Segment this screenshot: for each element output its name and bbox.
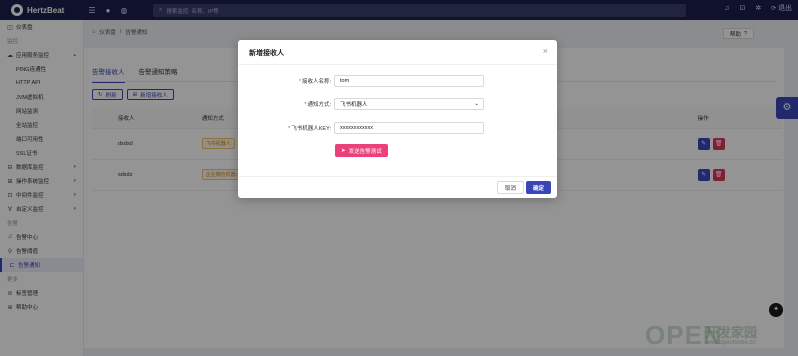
method-label: *通知方式: [238,100,334,108]
send-test-button[interactable]: ➤ 发送告警测试 [335,144,388,157]
receiver-name-row: *接收人名称: tom [238,74,557,87]
close-icon[interactable]: × [543,46,548,56]
modal-divider [238,64,557,65]
key-label: *飞书机器人KEY: [238,124,334,132]
method-row: *通知方式: 飞书机器人 ⌄ [238,97,557,110]
method-select-value: 飞书机器人 [340,101,368,108]
receiver-name-label: *接收人名称: [238,77,334,85]
receiver-name-label-text: 接收人名称: [301,78,331,85]
method-label-text: 通知方式: [307,101,331,108]
send-test-label: 发送告警测试 [348,148,382,155]
chevron-down-icon: ⌄ [474,100,479,107]
method-select[interactable]: 飞书机器人 ⌄ [334,97,484,110]
add-receiver-modal: 新增接收人 × *接收人名称: tom *通知方式: 飞书机器人 ⌄ *飞书机器… [238,40,557,198]
cancel-button[interactable]: 取消 [497,181,525,194]
required-mark: * [298,78,301,85]
required-mark: * [288,125,291,132]
key-label-text: 飞书机器人KEY: [291,125,331,132]
key-row: *飞书机器人KEY: xxxxxxxxxxxx [238,121,557,134]
send-icon: ➤ [341,147,346,154]
receiver-name-input[interactable]: tom [334,74,484,87]
modal-title: 新增接收人 [249,50,284,57]
robot-key-input[interactable]: xxxxxxxxxxxx [334,121,484,134]
confirm-button[interactable]: 确定 [526,181,552,194]
modal-footer-divider [238,176,557,177]
